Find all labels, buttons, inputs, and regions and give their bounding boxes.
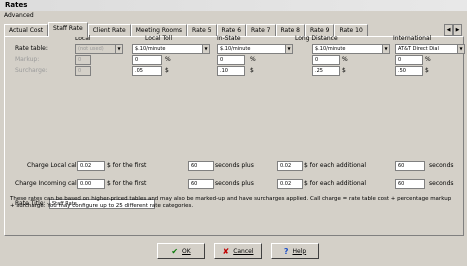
tab-scroll-right-icon[interactable]: ▶ xyxy=(453,24,462,36)
cancel-button[interactable]: ✘ Cancel xyxy=(214,243,262,259)
rate-table-international-select[interactable]: AT&T Direct Dial ▼ xyxy=(395,44,465,54)
surcharge-long-distance-unit: $ xyxy=(342,67,346,74)
help-icon: ? xyxy=(283,246,289,256)
surcharge-local-toll-unit: $ xyxy=(165,67,169,74)
window-title: Rates xyxy=(5,1,28,9)
rate-table-local-select[interactable]: (not used) ▼ xyxy=(75,44,123,54)
chevron-down-icon: ▼ xyxy=(202,45,209,53)
help-button[interactable]: ? Help xyxy=(271,243,319,259)
surcharge-international-unit: $ xyxy=(425,67,429,74)
chevron-down-icon: ▼ xyxy=(285,45,292,53)
charge-incoming-label: Charge Incoming calls xyxy=(15,180,82,187)
surcharge-in-state-field[interactable]: .10 xyxy=(217,66,245,76)
markup-in-state-field[interactable]: 0 xyxy=(217,55,245,65)
charge-local-seconds-field[interactable]: 60 xyxy=(188,161,214,171)
markup-international-unit: % xyxy=(425,56,431,63)
charge-local-add-seconds-field[interactable]: 60 xyxy=(395,161,425,171)
markup-local-toll-unit: % xyxy=(165,56,171,63)
charge-local-additional-field[interactable]: 0.02 xyxy=(277,161,303,171)
markup-international-field[interactable]: 0 xyxy=(395,55,423,65)
surcharge-long-distance-field[interactable]: .25 xyxy=(312,66,340,76)
description-text: These rates can be based on higher-price… xyxy=(10,196,452,209)
charge-incoming-add-seconds-field[interactable]: 60 xyxy=(395,179,425,189)
title-bar: Rates xyxy=(0,0,467,11)
col-long-distance: Long Distance xyxy=(295,35,338,42)
row-markup-label: Markup: xyxy=(15,56,40,63)
charge-local-first-label: $ for the first xyxy=(107,162,147,169)
markup-in-state-unit: % xyxy=(250,56,256,63)
chevron-down-icon: ▼ xyxy=(457,45,464,53)
rates-window: Rates Advanced Actual Cost Staff Rate Cl… xyxy=(0,0,467,266)
charge-local-amount-field[interactable]: 0.02 xyxy=(77,161,105,171)
markup-long-distance-field[interactable]: 0 xyxy=(312,55,340,65)
charge-incoming-additional-field[interactable]: 0.02 xyxy=(277,179,303,189)
tab-staff-rate[interactable]: Staff Rate xyxy=(48,22,88,37)
checkmark-icon: ✔ xyxy=(171,246,179,256)
chevron-down-icon: ▼ xyxy=(115,45,122,53)
row-rate-table-label: Rate table: xyxy=(15,45,48,52)
markup-long-distance-unit: % xyxy=(342,56,348,63)
tab-scroll: ◀ ▶ xyxy=(444,24,462,36)
markup-local-field[interactable]: 0 xyxy=(75,55,91,65)
rate-table-long-distance-select[interactable]: $.10/minute ▼ xyxy=(312,44,390,54)
menu-advanced[interactable]: Advanced xyxy=(4,12,34,19)
ok-button[interactable]: ✔ OK xyxy=(157,243,205,259)
surcharge-local-toll-field[interactable]: .05 xyxy=(132,66,162,76)
col-in-state: In-State xyxy=(217,35,241,42)
markup-local-toll-field[interactable]: 0 xyxy=(132,55,162,65)
charge-local-label: Charge Local calls xyxy=(27,162,82,169)
rate-table-in-state-select[interactable]: $.10/minute ▼ xyxy=(217,44,293,54)
surcharge-in-state-unit: $ xyxy=(250,67,254,74)
row-surcharge-label: Surcharge: xyxy=(15,67,48,74)
charge-incoming-amount-field[interactable]: 0.00 xyxy=(77,179,105,189)
charge-incoming-seconds-label: seconds xyxy=(429,180,454,187)
chevron-down-icon: ▼ xyxy=(382,45,389,53)
charge-incoming-first-label: $ for the first xyxy=(107,180,147,187)
charge-incoming-plus-label: seconds plus xyxy=(215,180,254,187)
col-international: International xyxy=(393,35,432,42)
surcharge-local-field[interactable]: 0 xyxy=(75,66,91,76)
surcharge-international-field[interactable]: .50 xyxy=(395,66,423,76)
col-local-toll: Local Toll xyxy=(145,35,173,42)
charge-local-seconds-label: seconds xyxy=(429,162,454,169)
charge-local-each-label: $ for each additional xyxy=(304,162,367,169)
charge-incoming-each-label: $ for each additional xyxy=(304,180,367,187)
charge-local-plus-label: seconds plus xyxy=(215,162,254,169)
close-icon: ✘ xyxy=(222,246,230,256)
rate-table-local-toll-select[interactable]: $.10/minute ▼ xyxy=(132,44,210,54)
tab-scroll-left-icon[interactable]: ◀ xyxy=(444,24,453,36)
charge-incoming-seconds-field[interactable]: 60 xyxy=(188,179,214,189)
